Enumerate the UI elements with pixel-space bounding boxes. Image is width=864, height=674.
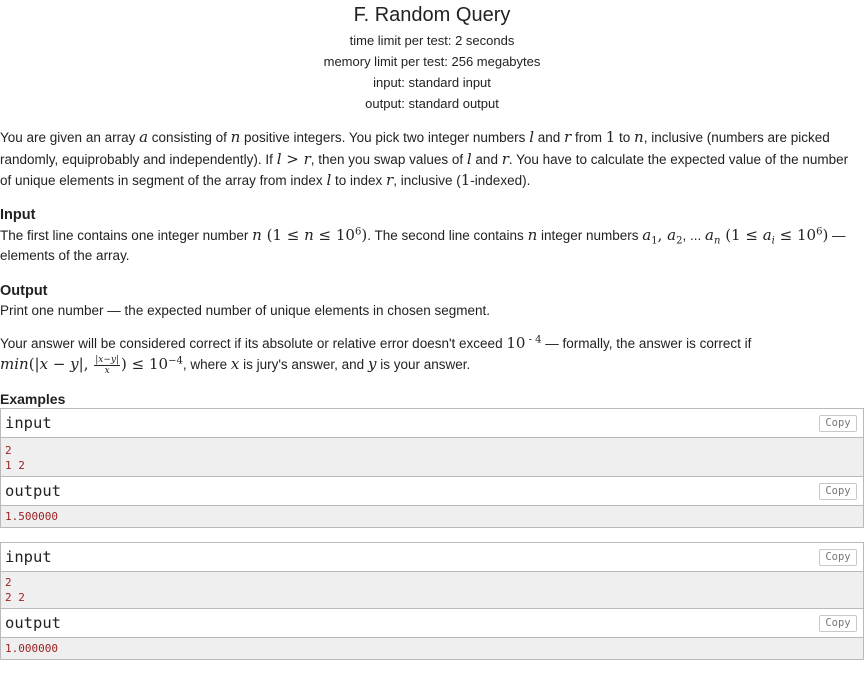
sample-input-header: input Copy [1,542,863,572]
copy-button[interactable]: Copy [819,548,857,566]
output-section-text: Print one number — the expected number o… [0,302,491,318]
sample-test-2: input Copy 2 2 2 output Copy 1.000000 [0,541,864,660]
copy-button[interactable]: Copy [819,414,857,432]
output-section: Output Print one number — the expected n… [0,281,864,376]
input-file: input: standard input [373,75,491,90]
copy-button[interactable]: Copy [819,482,857,500]
problem-header: F. Random Query time limit per test: 2 s… [0,0,864,114]
sample-output-content: 1.000000 [1,637,863,659]
problem-title: F. Random Query [353,4,511,26]
sample-test-1: input Copy 2 1 2 output Copy 1.500000 [0,407,864,528]
sample-output-content: 1.500000 [1,505,863,527]
input-section: Input The first line contains one intege… [0,205,864,267]
memory-limit: memory limit per test: 256 megabytes [323,54,541,69]
output-file: output: standard output [365,96,499,111]
sample-input-label: input [5,547,52,566]
fraction: |x−y| x [94,354,121,376]
sample-input-content: 2 2 2 [1,571,863,608]
problem-statement: You are given an array a consisting of n… [0,128,849,189]
sample-input-label: input [5,413,52,432]
sample-output-header: output Copy [1,475,863,506]
examples-title: Examples [0,390,66,407]
input-section-title: Input [0,206,36,223]
copy-button[interactable]: Copy [819,614,857,632]
sample-output-header: output Copy [1,607,863,638]
output-precision-note: Your answer will be considered correct i… [0,334,752,376]
sample-output-label: output [5,613,61,632]
time-limit: time limit per test: 2 seconds [349,33,515,48]
sample-input-header: input Copy [1,408,863,438]
sample-output-label: output [5,481,61,500]
sample-input-content: 2 1 2 [1,437,863,476]
input-section-text: The first line contains one integer numb… [0,225,846,264]
output-section-title: Output [0,282,48,299]
